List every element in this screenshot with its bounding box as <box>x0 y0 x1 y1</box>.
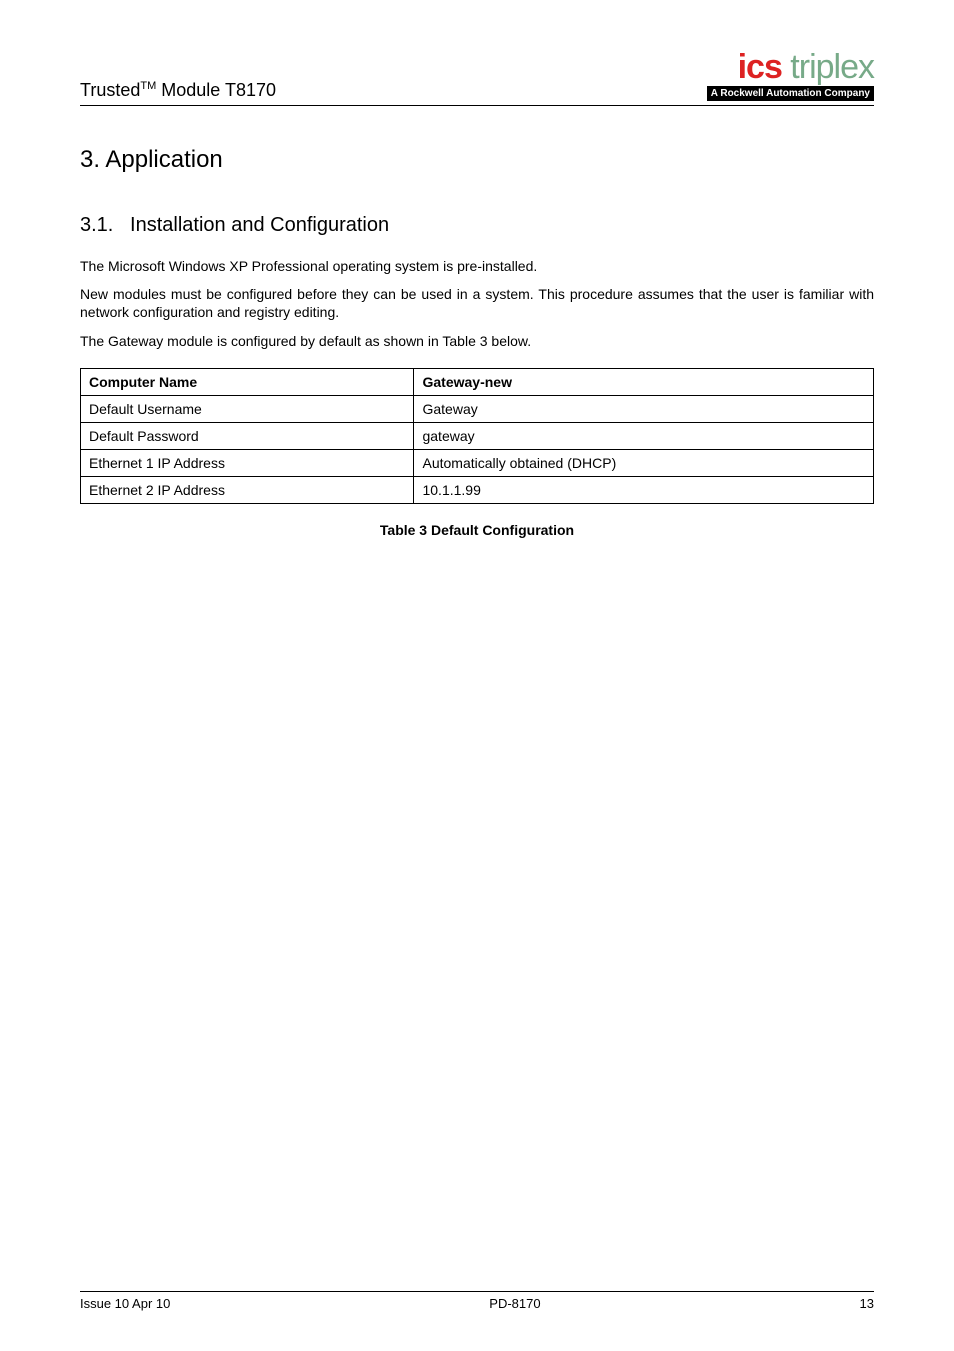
page-header: TrustedTM Module T8170 ics triplex A Roc… <box>80 50 874 106</box>
trademark: TM <box>140 80 156 92</box>
footer-issue: Issue 10 Apr 10 <box>80 1296 170 1311</box>
section-number: 3. <box>80 146 100 173</box>
logo-triplex: triplex <box>782 48 874 86</box>
cell-label: Default Username <box>81 395 414 422</box>
table-row: Default Username Gateway <box>81 395 874 422</box>
cell-value: Automatically obtained (DHCP) <box>414 449 874 476</box>
product-name: Trusted <box>80 80 140 100</box>
header-cell-name: Computer Name <box>81 368 414 395</box>
table-row: Ethernet 1 IP Address Automatically obta… <box>81 449 874 476</box>
table-row: Ethernet 2 IP Address 10.1.1.99 <box>81 476 874 503</box>
paragraph-1: The Microsoft Windows XP Professional op… <box>80 257 874 275</box>
logo-text: ics triplex <box>707 50 874 84</box>
footer-doc-id: PD-8170 <box>489 1296 540 1311</box>
section-heading: 3. Application <box>80 146 874 174</box>
paragraph-2: New modules must be configured before th… <box>80 285 874 321</box>
cell-value: Gateway <box>414 395 874 422</box>
cell-value: gateway <box>414 422 874 449</box>
cell-value: 10.1.1.99 <box>414 476 874 503</box>
subsection-number: 3.1. <box>80 214 113 236</box>
footer-page-number: 13 <box>860 1296 874 1311</box>
header-left: TrustedTM Module T8170 <box>80 80 276 101</box>
page-footer: Issue 10 Apr 10 PD-8170 13 <box>80 1291 874 1311</box>
cell-label: Ethernet 1 IP Address <box>81 449 414 476</box>
config-table: Computer Name Gateway-new Default Userna… <box>80 368 874 504</box>
logo-bar-brand: Rockwell Automation <box>720 88 821 99</box>
table-header-row: Computer Name Gateway-new <box>81 368 874 395</box>
section-title: Application <box>105 146 222 173</box>
subsection-title: Installation and Configuration <box>130 214 389 236</box>
table-caption: Table 3 Default Configuration <box>80 522 874 538</box>
page-container: TrustedTM Module T8170 ics triplex A Roc… <box>0 0 954 1351</box>
subsection-heading: 3.1. Installation and Configuration <box>80 214 874 237</box>
table-row: Default Password gateway <box>81 422 874 449</box>
paragraph-3: The Gateway module is configured by defa… <box>80 332 874 350</box>
logo-bar-prefix: A <box>711 88 721 99</box>
cell-label: Default Password <box>81 422 414 449</box>
cell-label: Ethernet 2 IP Address <box>81 476 414 503</box>
logo-bar-suffix: Company <box>822 88 870 99</box>
logo-ics: ics <box>738 48 782 86</box>
header-cell-value: Gateway-new <box>414 368 874 395</box>
module-id: Module T8170 <box>156 80 276 100</box>
logo-block: ics triplex A Rockwell Automation Compan… <box>707 50 874 101</box>
logo-tagline: A Rockwell Automation Company <box>707 86 874 101</box>
